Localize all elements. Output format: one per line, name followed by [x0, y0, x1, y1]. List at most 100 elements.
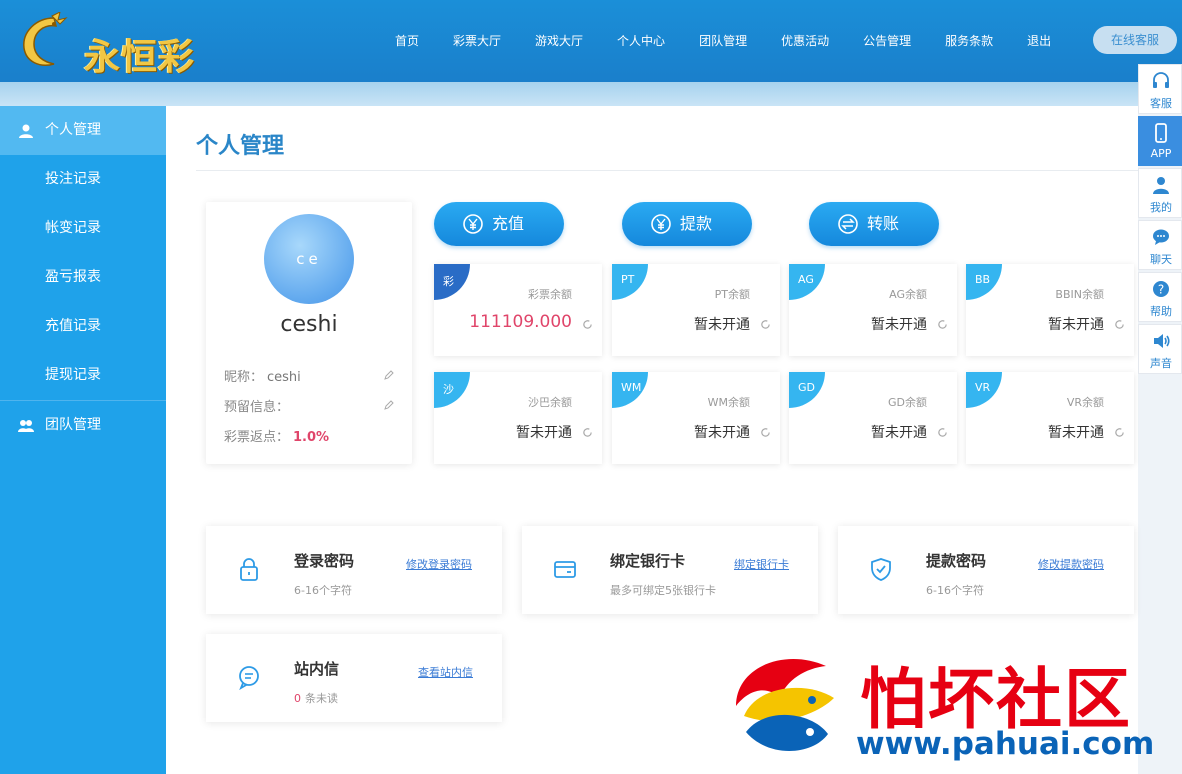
balance-label: 彩票余额 [528, 288, 572, 301]
balance-label: WM余额 [707, 396, 750, 409]
card-subtitle: 最多可绑定5张银行卡 [610, 584, 716, 597]
deposit-button[interactable]: 充值 [434, 202, 564, 246]
float-label: 帮助 [1150, 305, 1172, 318]
float-sound[interactable]: 声音 [1138, 324, 1182, 374]
balance-card-pt: PT PT余额 暂未开通 [612, 264, 780, 356]
balance-label: AG余额 [889, 288, 927, 301]
bind-bank-card-link[interactable]: 绑定银行卡 [734, 556, 789, 572]
card-subtitle: 6-16个字符 [294, 584, 352, 597]
balance-tag: WM [612, 372, 648, 408]
user-icon [19, 124, 33, 138]
edit-nickname-pencil-icon[interactable] [384, 370, 394, 380]
refresh-icon[interactable] [582, 319, 593, 330]
balance-tag: 彩 [434, 264, 470, 300]
float-mine[interactable]: 我的 [1138, 168, 1182, 218]
float-help[interactable]: ? 帮助 [1138, 272, 1182, 322]
nav-team-management[interactable]: 团队管理 [682, 28, 764, 54]
deposit-yen-icon [463, 214, 483, 234]
sidebar-item-label: 帐变记录 [45, 220, 101, 236]
transfer-label: 转账 [867, 214, 900, 233]
nav-lottery-hall[interactable]: 彩票大厅 [436, 28, 518, 54]
sidebar-item-label: 提现记录 [45, 367, 101, 383]
refresh-icon[interactable] [760, 319, 771, 330]
float-label: 声音 [1150, 357, 1172, 370]
float-label: 聊天 [1150, 253, 1172, 266]
page-title: 个人管理 [196, 134, 285, 159]
float-customer-service[interactable]: 客服 [1138, 64, 1182, 114]
refresh-icon[interactable] [1114, 427, 1125, 438]
balance-tag: BB [966, 264, 1002, 300]
change-login-password-link[interactable]: 修改登录密码 [406, 556, 472, 572]
edit-reserved-pencil-icon[interactable] [384, 400, 394, 410]
sidebar: 个人管理 投注记录 帐变记录 盈亏报表 充值记录 提现记录 团队管理 [0, 106, 166, 774]
refresh-icon[interactable] [582, 427, 593, 438]
nav-personal-center[interactable]: 个人中心 [600, 28, 682, 54]
refresh-icon[interactable] [937, 319, 948, 330]
dragon-logo-icon [23, 12, 68, 66]
balance-label: 沙巴余额 [528, 396, 572, 409]
balance-value: 暂未开通 [871, 425, 927, 441]
float-label: 我的 [1150, 201, 1172, 214]
headset-icon [1153, 72, 1169, 88]
change-withdraw-password-link[interactable]: 修改提款密码 [1038, 556, 1104, 572]
sidebar-item-profit-report[interactable]: 盈亏报表 [0, 253, 166, 302]
sidebar-item-label: 投注记录 [45, 171, 101, 187]
sidebar-item-bet-records[interactable]: 投注记录 [0, 155, 166, 204]
chat-icon [1153, 229, 1169, 245]
balance-value: 暂未开通 [1048, 317, 1104, 333]
sidebar-item-team-management[interactable]: 团队管理 [0, 401, 166, 450]
refresh-icon[interactable] [760, 427, 771, 438]
balance-card-bbin: BB BBIN余额 暂未开通 [966, 264, 1134, 356]
sidebar-item-personal-management[interactable]: 个人管理 [0, 106, 166, 155]
team-icon [18, 420, 34, 432]
refresh-icon[interactable] [937, 427, 948, 438]
rebate-label: 彩票返点： [224, 430, 290, 445]
nickname-label: 昵称： [224, 370, 264, 385]
transfer-arrows-icon [838, 214, 858, 234]
balance-tag: PT [612, 264, 648, 300]
sidebar-item-label: 充值记录 [45, 318, 101, 334]
float-chat[interactable]: 聊天 [1138, 220, 1182, 270]
top-header: 永恒彩票 首页 彩票大厅 游戏大厅 个人中心 团队管理 优惠活动 公告管理 服务… [0, 0, 1182, 130]
username: ceshi [280, 312, 338, 337]
nav-terms[interactable]: 服务条款 [928, 28, 1010, 54]
sidebar-item-deposit-records[interactable]: 充值记录 [0, 302, 166, 351]
nickname-row: 昵称： ceshi [224, 366, 301, 385]
transfer-button[interactable]: 转账 [809, 202, 939, 246]
sidebar-item-account-changes[interactable]: 帐变记录 [0, 204, 166, 253]
balance-value: 111109.000 [469, 312, 572, 332]
online-service-button[interactable]: 在线客服 [1093, 26, 1177, 54]
help-icon: ? [1153, 281, 1169, 297]
refresh-icon[interactable] [1114, 319, 1125, 330]
nickname-value: ceshi [267, 370, 301, 385]
balance-tag: 沙 [434, 372, 470, 408]
float-label: APP [1150, 147, 1172, 160]
reserved-info-row: 预留信息： [224, 396, 289, 415]
balance-value: 暂未开通 [694, 317, 750, 333]
unread-label: 条未读 [305, 692, 338, 705]
nav-announcements[interactable]: 公告管理 [846, 28, 928, 54]
login-password-card: 登录密码 6-16个字符 修改登录密码 [206, 526, 502, 614]
withdraw-password-card: 提款密码 6-16个字符 修改提款密码 [838, 526, 1134, 614]
card-title: 绑定银行卡 [610, 552, 686, 570]
sidebar-item-withdraw-records[interactable]: 提现记录 [0, 351, 166, 400]
shield-check-icon [871, 558, 891, 581]
nav-home[interactable]: 首页 [378, 28, 436, 54]
rebate-row: 彩票返点： 1.0% [224, 426, 329, 445]
nav-game-hall[interactable]: 游戏大厅 [518, 28, 600, 54]
speaker-icon [1154, 334, 1170, 348]
balance-card-ag: AG AG余额 暂未开通 [789, 264, 957, 356]
avatar[interactable]: ce [264, 214, 354, 304]
view-messages-link[interactable]: 查看站内信 [418, 664, 473, 680]
message-bubble-icon [239, 666, 259, 690]
svg-text:?: ? [1158, 283, 1164, 297]
site-logo[interactable]: 永恒彩票 [14, 12, 224, 130]
withdraw-button[interactable]: 提款 [622, 202, 752, 246]
card-subtitle: 6-16个字符 [926, 584, 984, 597]
rebate-value: 1.0% [293, 430, 330, 445]
nav-logout[interactable]: 退出 [1010, 28, 1068, 54]
float-app[interactable]: APP [1138, 116, 1182, 166]
nav-promotions[interactable]: 优惠活动 [764, 28, 846, 54]
sidebar-item-label: 团队管理 [45, 417, 101, 433]
balance-label: GD余额 [888, 396, 927, 409]
